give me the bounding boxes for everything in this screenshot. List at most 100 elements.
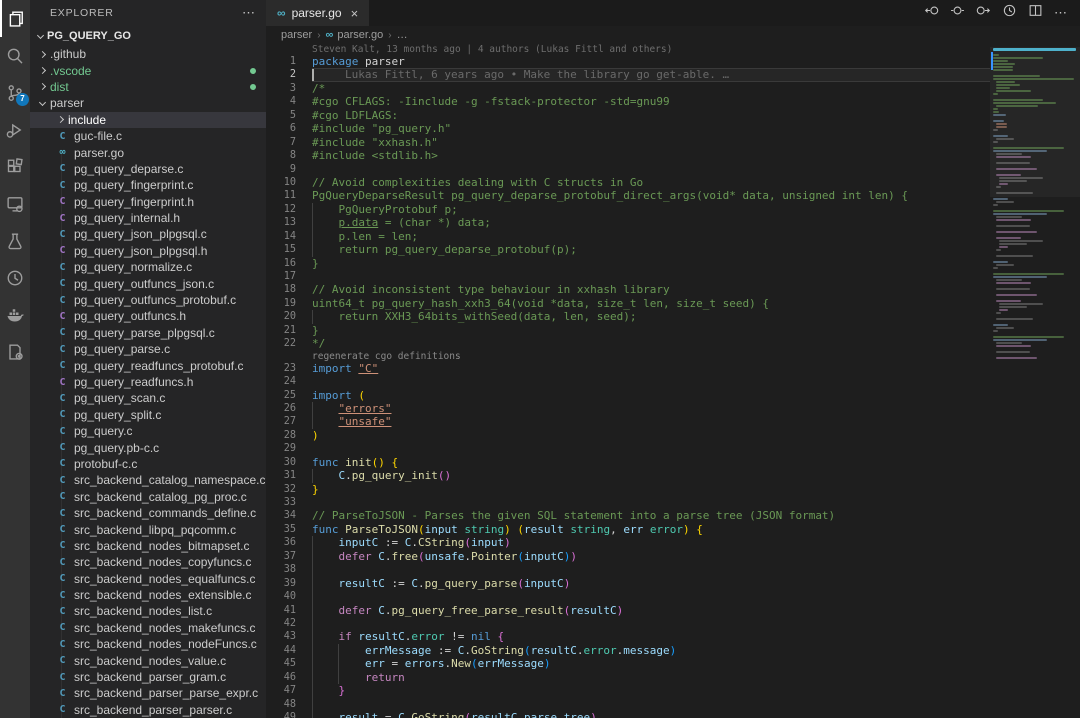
code-line-content[interactable] [312,617,990,630]
line-number[interactable]: 18 [266,283,312,296]
tab-parser-go[interactable]: ∞ parser.go × [266,0,369,26]
code-line-content[interactable]: ) [312,429,990,442]
close-icon[interactable]: × [351,6,359,21]
tree-item-pg-query-split-c[interactable]: Cpg_query_split.c [30,407,266,423]
line-number[interactable]: 26 [266,402,312,415]
line-number[interactable]: 4 [266,95,312,108]
code-line-content[interactable]: // Avoid inconsistent type behaviour in … [312,283,990,296]
tree-item-pg-query-json-plpgsql-h[interactable]: Cpg_query_json_plpgsql.h [30,243,266,259]
line-number[interactable]: 24 [266,375,312,388]
code-line-content[interactable]: result = C.GoString(resultC.parse_tree) [312,711,990,718]
code-line-content[interactable]: */ [312,337,990,350]
activity-bar-item-source-control[interactable]: 7 [0,74,30,111]
code-line-content[interactable]: /* [312,82,990,95]
tree-item-pg-query-fingerprint-c[interactable]: Cpg_query_fingerprint.c [30,177,266,193]
breadcrumb-item[interactable]: … [397,29,408,41]
code-line-content[interactable]: } [312,257,990,270]
line-number[interactable]: 37 [266,550,312,563]
minimap[interactable] [990,44,1080,718]
tree-item-src-backend-parser-parser-c[interactable]: Csrc_backend_parser_parser.c [30,702,266,718]
line-number[interactable]: 23 [266,362,312,375]
breadcrumb-item[interactable]: ∞parser.go [326,29,384,41]
line-number[interactable]: 39 [266,577,312,590]
tree-item-pg-query-outfuncs-protobuf-c[interactable]: Cpg_query_outfuncs_protobuf.c [30,292,266,308]
tree-item-src-backend-parser-gram-c[interactable]: Csrc_backend_parser_gram.c [30,669,266,685]
activity-bar-item-extensions[interactable] [0,148,30,185]
code-line-content[interactable] [312,590,990,603]
code-line-content[interactable]: #include <stdlib.h> [312,149,990,162]
line-number[interactable]: 35 [266,523,312,536]
line-number[interactable]: 31 [266,469,312,482]
line-number[interactable]: 22 [266,337,312,350]
activity-bar-item-gitlens[interactable] [0,259,30,296]
code-line-content[interactable]: package parser [312,55,990,68]
tree-item-pg-query-normalize-c[interactable]: Cpg_query_normalize.c [30,259,266,275]
code-line-content[interactable]: #cgo CFLAGS: -Iinclude -g -fstack-protec… [312,95,990,108]
activity-bar-item-docker[interactable] [0,296,30,333]
line-number[interactable]: 12 [266,203,312,216]
tree-item-pg-query-outfuncs-h[interactable]: Cpg_query_outfuncs.h [30,308,266,324]
line-number[interactable]: 25 [266,389,312,402]
more-actions-icon[interactable]: ⋯ [1054,5,1068,21]
activity-bar-item-testing[interactable] [0,222,30,259]
code-line-content[interactable] [312,442,990,455]
line-number[interactable]: 47 [266,684,312,697]
code-line-content[interactable]: #cgo LDFLAGS: [312,109,990,122]
tree-item-src-backend-nodes-extensible-c[interactable]: Csrc_backend_nodes_extensible.c [30,587,266,603]
line-number[interactable]: 9 [266,163,312,176]
tree-item-parser[interactable]: parser [30,95,266,111]
open-changes-icon[interactable] [950,3,965,23]
line-number[interactable]: 45 [266,657,312,670]
line-number[interactable]: 7 [266,136,312,149]
tree-item-pg-query-outfuncs-json-c[interactable]: Cpg_query_outfuncs_json.c [30,275,266,291]
line-number[interactable]: 30 [266,456,312,469]
open-changes-previous-icon[interactable] [924,3,939,23]
tree-item-pg-query-parse-c[interactable]: Cpg_query_parse.c [30,341,266,357]
tree-item-pg-query-c[interactable]: Cpg_query.c [30,423,266,439]
line-number[interactable]: 13 [266,216,312,229]
line-number[interactable]: 19 [266,297,312,310]
line-number[interactable]: 29 [266,442,312,455]
line-number[interactable]: 1 [266,55,312,68]
tree-item-pg-query-internal-h[interactable]: Cpg_query_internal.h [30,210,266,226]
code-line-content[interactable]: inputC := C.CString(input) [312,536,990,549]
line-number[interactable]: 48 [266,698,312,711]
sidebar-root-folder[interactable]: PG_QUERY_GO [30,26,266,46]
code-editor[interactable]: Steven Kalt, 13 months ago | 4 authors (… [266,44,990,718]
code-line-content[interactable]: C.pg_query_init() [312,469,990,482]
tree-item-guc-file-c[interactable]: Cguc-file.c [30,128,266,144]
tree-item-src-backend-parser-parse-expr-c[interactable]: Csrc_backend_parser_parse_expr.c [30,685,266,701]
tree-item-pg-query-deparse-c[interactable]: Cpg_query_deparse.c [30,161,266,177]
tree-item-pg-query-readfuncs-h[interactable]: Cpg_query_readfuncs.h [30,374,266,390]
line-number[interactable]: 46 [266,671,312,684]
code-line-content[interactable]: func ParseToJSON(input string) (result s… [312,523,990,536]
tree-item-pg-query-fingerprint-h[interactable]: Cpg_query_fingerprint.h [30,194,266,210]
code-line-content[interactable] [312,375,990,388]
line-number[interactable]: 10 [266,176,312,189]
code-line-content[interactable]: } [312,684,990,697]
tree-item-pg-query-scan-c[interactable]: Cpg_query_scan.c [30,390,266,406]
activity-bar-item-remote-explorer[interactable] [0,185,30,222]
code-line-content[interactable]: #include "pg_query.h" [312,122,990,135]
activity-bar-item-run-debug[interactable] [0,111,30,148]
line-number[interactable]: 41 [266,604,312,617]
activity-bar-item-explorer[interactable] [0,0,30,37]
tree-item-pg-query-json-plpgsql-c[interactable]: Cpg_query_json_plpgsql.c [30,226,266,242]
code-line-content[interactable]: // ParseToJSON - Parses the given SQL st… [312,509,990,522]
activity-bar-item-project-manager[interactable] [0,333,30,370]
code-line-content[interactable]: p.data = (char *) data; [312,216,990,229]
tree-item-protobuf-c-c[interactable]: Cprotobuf-c.c [30,456,266,472]
line-number[interactable]: 40 [266,590,312,603]
line-number[interactable]: 49 [266,711,312,718]
code-line-content[interactable]: import ( [312,389,990,402]
code-line-content[interactable]: import "C" [312,362,990,375]
line-number[interactable]: 6 [266,122,312,135]
tree-item-src-backend-nodes-list-c[interactable]: Csrc_backend_nodes_list.c [30,603,266,619]
split-editor-icon[interactable] [1028,3,1043,23]
tree-item-pg-query-parse-plpgsql-c[interactable]: Cpg_query_parse_plpgsql.c [30,325,266,341]
tree-item-include[interactable]: include [30,112,266,128]
tree-item-dist[interactable]: dist [30,79,266,95]
tree-item-parser-go[interactable]: ∞parser.go [30,144,266,160]
code-line-content[interactable]: } [312,324,990,337]
tree-item-src-backend-nodes-value-c[interactable]: Csrc_backend_nodes_value.c [30,652,266,668]
